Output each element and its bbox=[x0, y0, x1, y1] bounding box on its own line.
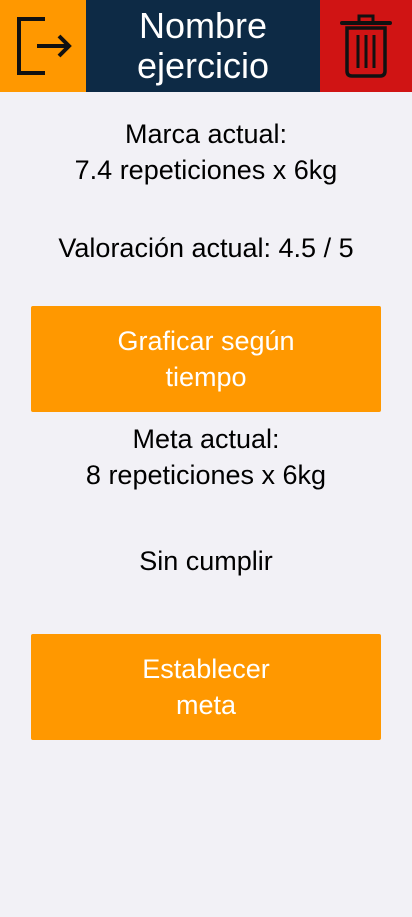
current-goal-text: Meta actual: 8 repeticiones x 6kg bbox=[85, 424, 327, 490]
graph-over-time-button[interactable]: Graficar según tiempo bbox=[31, 306, 381, 412]
exit-icon bbox=[17, 17, 72, 75]
exit-button[interactable] bbox=[0, 0, 86, 92]
set-goal-button[interactable]: Establecer meta bbox=[31, 634, 381, 740]
current-mark-text: Marca actual: 7.4 repeticiones x 6kg bbox=[74, 119, 338, 185]
goal-status-text: Sin cumplir bbox=[139, 546, 273, 576]
delete-button[interactable] bbox=[320, 0, 412, 92]
current-rating-text: Valoración actual: 4.5 / 5 bbox=[58, 233, 354, 263]
exercise-title: Nombre ejercicio bbox=[86, 0, 320, 92]
app-header: Nombre ejercicio bbox=[0, 0, 412, 92]
trash-icon bbox=[340, 14, 392, 78]
